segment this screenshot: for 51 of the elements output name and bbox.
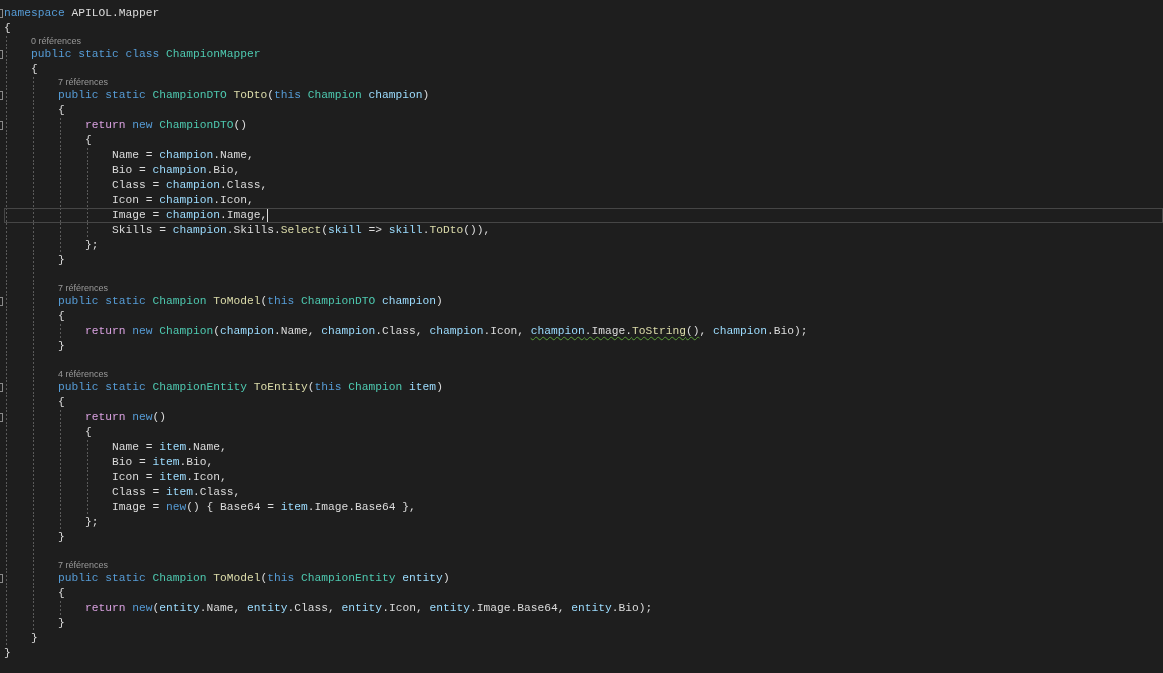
fold-marker-icon[interactable] xyxy=(0,297,3,306)
code-line: return new ChampionDTO() xyxy=(85,118,248,133)
code-line: return new Champion(champion.Name, champion.Class, champion.Icon, champion.Image.ToString(), champion.Bio); xyxy=(85,324,808,339)
code-line: } xyxy=(58,530,65,545)
code-line: { xyxy=(4,21,11,36)
code-line: Image = champion.Image, xyxy=(112,208,268,223)
fold-marker-icon[interactable] xyxy=(0,383,3,392)
code-line: { xyxy=(58,103,65,118)
code-line: Class = champion.Class, xyxy=(112,178,268,193)
code-line: namespace APILOL.Mapper xyxy=(4,6,160,21)
fold-marker-icon[interactable] xyxy=(0,91,3,100)
codelens-link[interactable]: 7 références xyxy=(58,77,109,88)
code-line: Image = new() { Base64 = item.Image.Base64 }, xyxy=(112,500,416,515)
code-line: } xyxy=(31,631,38,646)
fold-marker-icon[interactable] xyxy=(0,9,3,18)
code-line: } xyxy=(58,253,65,268)
code-line: } xyxy=(58,616,65,631)
code-line: Name = champion.Name, xyxy=(112,148,254,163)
code-line: Bio = item.Bio, xyxy=(112,455,214,470)
fold-marker-icon[interactable] xyxy=(0,50,3,59)
code-line: public static Champion ToModel(this ChampionEntity entity) xyxy=(58,571,450,586)
code-line: { xyxy=(85,133,92,148)
code-line: Class = item.Class, xyxy=(112,485,241,500)
code-line: Name = item.Name, xyxy=(112,440,227,455)
codelens-link[interactable]: 7 références xyxy=(58,560,109,571)
code-line: return new(entity.Name, entity.Class, entity.Icon, entity.Image.Base64, entity.Bio); xyxy=(85,601,653,616)
code-line: { xyxy=(58,309,65,324)
code-line: Icon = item.Icon, xyxy=(112,470,227,485)
codelens-link[interactable]: 0 références xyxy=(31,36,82,47)
code-line: public static Champion ToModel(this ChampionDTO champion) xyxy=(58,294,443,309)
code-line: { xyxy=(31,62,38,77)
code-line: }; xyxy=(85,238,99,253)
code-line: { xyxy=(85,425,92,440)
fold-marker-icon[interactable] xyxy=(0,413,3,422)
codelens-link[interactable]: 4 références xyxy=(58,369,109,380)
code-line: Bio = champion.Bio, xyxy=(112,163,241,178)
code-line: } xyxy=(58,339,65,354)
codelens-link[interactable]: 7 références xyxy=(58,283,109,294)
code-line: { xyxy=(58,586,65,601)
fold-marker-icon[interactable] xyxy=(0,574,3,583)
fold-marker-icon[interactable] xyxy=(0,121,3,130)
code-line: public static class ChampionMapper xyxy=(31,47,261,62)
code-line: Skills = champion.Skills.Select(skill => skill.ToDto()), xyxy=(112,223,491,238)
code-line: Icon = champion.Icon, xyxy=(112,193,254,208)
code-line: } xyxy=(4,646,11,661)
code-line: }; xyxy=(85,515,99,530)
text-cursor xyxy=(267,209,269,222)
code-line: return new() xyxy=(85,410,167,425)
code-line: public static ChampionEntity ToEntity(this Champion item) xyxy=(58,380,443,395)
code-line: public static ChampionDTO ToDto(this Champion champion) xyxy=(58,88,430,103)
code-line: { xyxy=(58,395,65,410)
